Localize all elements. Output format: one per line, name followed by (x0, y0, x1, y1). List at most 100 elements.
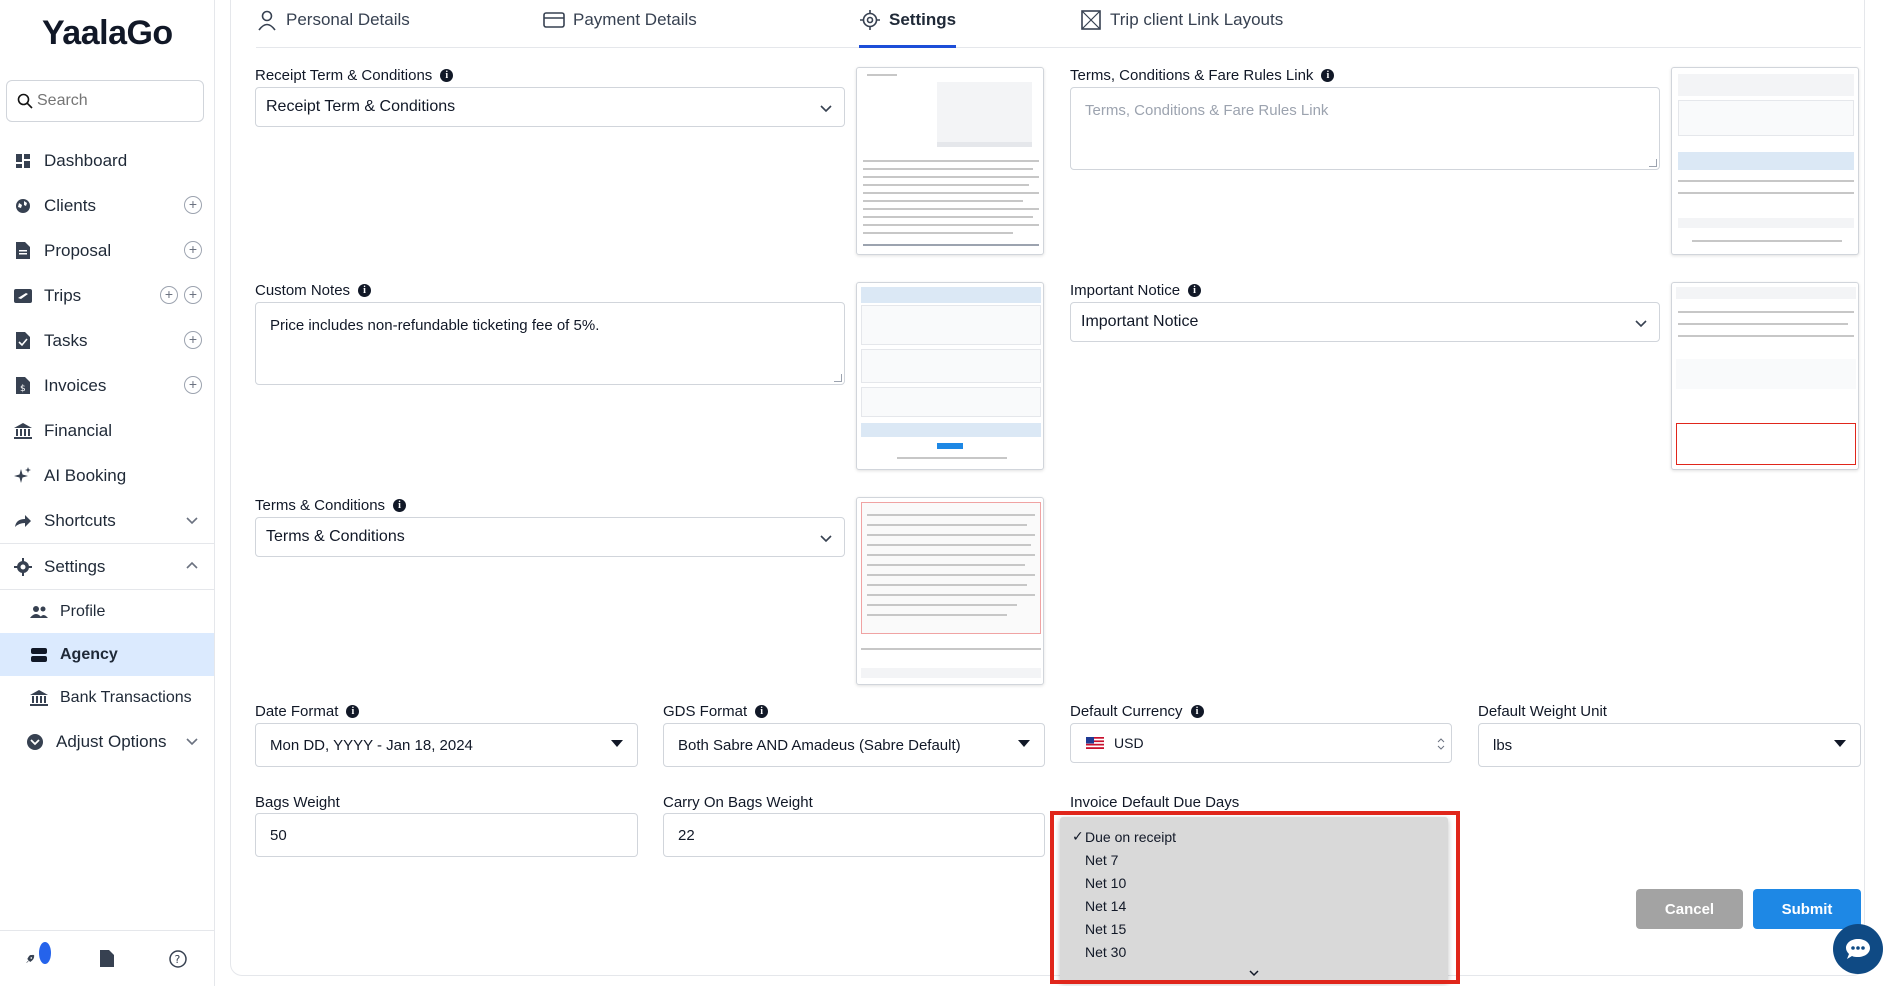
invoice-due-days-label: Invoice Default Due Days (1070, 794, 1239, 811)
chevron-up-icon[interactable] (184, 558, 200, 574)
add-task-button[interactable]: + (184, 331, 202, 349)
important-notice-preview[interactable] (1671, 282, 1859, 470)
info-icon[interactable]: i (1190, 705, 1204, 718)
add-trip-button[interactable]: + (160, 286, 178, 304)
dropdown-option[interactable]: Net 7 (1060, 848, 1448, 871)
important-notice-select[interactable]: Important Notice (1070, 302, 1660, 342)
carry-on-weight-input[interactable]: 22 (663, 813, 1045, 857)
default-currency-select[interactable]: USD (1070, 723, 1452, 763)
option-label: Net 30 (1085, 943, 1127, 960)
important-notice-label: Important Notice i (1070, 282, 1202, 299)
default-weight-unit-select[interactable]: lbs (1478, 723, 1861, 767)
rocket-icon[interactable] (25, 941, 51, 970)
search-input[interactable] (37, 92, 197, 110)
receipt-terms-select[interactable]: Receipt Term & Conditions (255, 87, 845, 127)
invoice-due-days-dropdown[interactable]: ✓ Due on receipt Net 7 Net 10 Net 14 Net … (1060, 817, 1448, 982)
terms-conditions-preview[interactable] (856, 497, 1044, 685)
tab-settings[interactable]: Settings (859, 10, 957, 48)
chevron-down-icon (820, 105, 832, 113)
bags-weight-value: 50 (270, 826, 287, 844)
resize-handle[interactable] (1649, 159, 1657, 167)
info-icon[interactable]: i (358, 284, 372, 297)
dropdown-option[interactable]: Net 10 (1060, 871, 1448, 894)
info-icon[interactable]: i (393, 499, 407, 512)
check-icon: ✓ (1072, 828, 1084, 844)
globe-icon (14, 197, 32, 215)
sidebar-item-ai-booking[interactable]: AI Booking (0, 453, 214, 498)
fare-rules-preview[interactable] (1671, 67, 1859, 255)
sidebar-item-trips[interactable]: Trips + + (0, 273, 214, 318)
us-flag-icon (1086, 737, 1104, 749)
submit-button[interactable]: Submit (1753, 889, 1861, 929)
help-icon[interactable]: ? (167, 948, 189, 970)
bags-weight-label: Bags Weight (255, 794, 340, 811)
tab-payment-details[interactable]: Payment Details (543, 10, 697, 48)
gds-format-select[interactable]: Both Sabre AND Amadeus (Sabre Default) (663, 723, 1045, 767)
add-client-button[interactable]: + (184, 196, 202, 214)
search-box[interactable] (6, 80, 204, 122)
sidebar-item-financial[interactable]: Financial (0, 408, 214, 453)
sidebar-item-tasks[interactable]: Tasks + (0, 318, 214, 363)
sidebar: YaalaGo Dashboard Clients + Proposal + (0, 0, 215, 986)
sidebar-item-label: Trips (44, 285, 82, 305)
dropdown-option[interactable]: Net 14 (1060, 894, 1448, 917)
sidebar-item-adjust-options[interactable]: Adjust Options (0, 719, 214, 764)
bags-weight-input[interactable]: 50 (255, 813, 638, 857)
chat-button[interactable] (1833, 924, 1883, 974)
caret-down-icon (611, 740, 623, 747)
custom-notes-textarea[interactable]: Price includes non-refundable ticketing … (255, 302, 845, 385)
terms-conditions-label: Terms & Conditions i (255, 497, 407, 514)
sidebar-item-invoices[interactable]: $ Invoices + (0, 363, 214, 408)
sidebar-item-settings[interactable]: Settings (0, 544, 214, 589)
tab-trip-client-link-layouts[interactable]: Trip client Link Layouts (1080, 10, 1283, 48)
receipt-terms-value: Receipt Term & Conditions (266, 98, 456, 115)
option-label: Net 10 (1085, 874, 1127, 891)
chevron-circle-icon (26, 733, 44, 751)
chevron-down-icon[interactable] (184, 512, 200, 528)
chevron-down-icon[interactable] (184, 733, 200, 749)
bags-weight-label-text: Bags Weight (255, 794, 340, 811)
document-icon[interactable] (96, 948, 118, 970)
gds-format-label-text: GDS Format (663, 703, 748, 720)
trips-icon (14, 287, 32, 305)
dropdown-option[interactable]: Net 30 (1060, 940, 1448, 963)
chat-bubble-icon (1846, 939, 1870, 959)
sidebar-item-dashboard[interactable]: Dashboard (0, 138, 214, 183)
sidebar-item-shortcuts[interactable]: Shortcuts (0, 498, 214, 543)
cancel-button[interactable]: Cancel (1636, 889, 1743, 929)
sidebar-item-label: AI Booking (44, 465, 127, 485)
custom-notes-preview[interactable] (856, 282, 1044, 470)
info-icon[interactable]: i (1188, 284, 1202, 297)
add-trip-alt-button[interactable]: + (184, 286, 202, 304)
terms-conditions-select[interactable]: Terms & Conditions (255, 517, 845, 557)
option-label: Net 7 (1085, 851, 1119, 868)
dropdown-option[interactable]: ✓ Due on receipt (1060, 825, 1448, 848)
default-weight-unit-label-text: Default Weight Unit (1478, 703, 1607, 720)
receipt-terms-preview[interactable] (856, 67, 1044, 255)
sidebar-item-clients[interactable]: Clients + (0, 183, 214, 228)
default-currency-label-text: Default Currency (1070, 703, 1183, 720)
info-icon[interactable]: i (755, 705, 769, 718)
sparkle-icon (14, 466, 32, 485)
sidebar-nav: Dashboard Clients + Proposal + Trips + +… (0, 138, 214, 764)
sidebar-subitem-agency[interactable]: Agency (0, 633, 214, 676)
info-icon[interactable]: i (440, 69, 454, 82)
add-proposal-button[interactable]: + (184, 241, 202, 259)
sidebar-subitem-profile[interactable]: Profile (0, 590, 214, 633)
chevron-down-icon (820, 535, 832, 543)
agency-icon (30, 646, 48, 664)
fare-rules-link-input[interactable]: Terms, Conditions & Fare Rules Link (1070, 87, 1660, 170)
resize-handle[interactable] (834, 374, 842, 382)
tab-personal-details[interactable]: Personal Details (256, 10, 410, 48)
sidebar-item-proposal[interactable]: Proposal + (0, 228, 214, 273)
info-icon[interactable]: i (1321, 69, 1335, 82)
dropdown-option[interactable]: Net 15 (1060, 917, 1448, 940)
info-icon[interactable]: i (346, 705, 360, 718)
add-invoice-button[interactable]: + (184, 376, 202, 394)
date-format-select[interactable]: Mon DD, YYYY - Jan 18, 2024 (255, 723, 638, 767)
sidebar-item-label: Shortcuts (44, 510, 116, 530)
chevron-down-icon[interactable] (1248, 968, 1260, 978)
sidebar-item-label: Dashboard (44, 150, 128, 170)
sidebar-subitem-bank-transactions[interactable]: Bank Transactions (0, 676, 214, 719)
app-logo[interactable]: YaalaGo (42, 14, 173, 53)
